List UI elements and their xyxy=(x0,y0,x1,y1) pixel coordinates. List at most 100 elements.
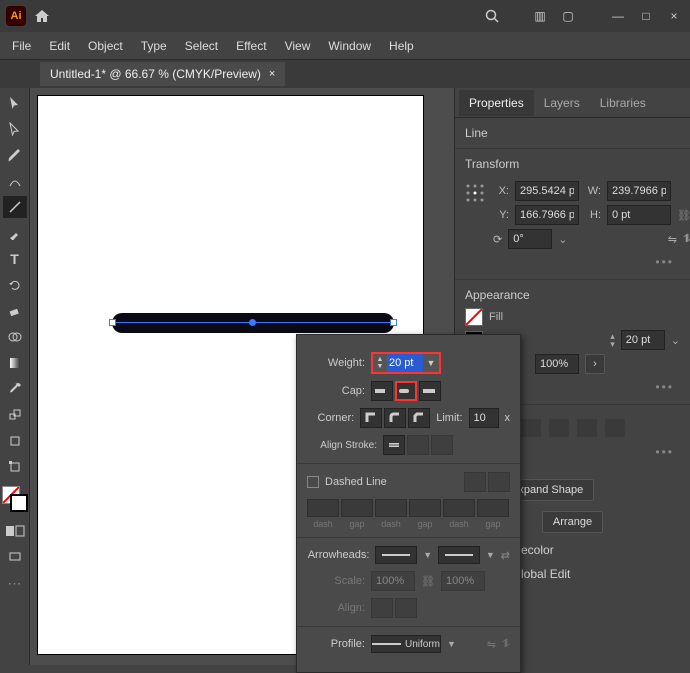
align-top[interactable] xyxy=(549,419,569,437)
link-wh-icon[interactable]: ⛓ xyxy=(677,209,690,222)
align-vcenter[interactable] xyxy=(577,419,597,437)
cap-round[interactable] xyxy=(395,381,417,401)
handle-left[interactable] xyxy=(109,319,116,326)
align-right[interactable] xyxy=(521,419,541,437)
menu-view[interactable]: View xyxy=(277,35,319,57)
y-input[interactable] xyxy=(515,205,579,225)
rotate-tool[interactable] xyxy=(3,274,27,296)
opacity-caret-icon[interactable]: › xyxy=(585,354,605,374)
dash-1[interactable] xyxy=(307,499,339,517)
window-close[interactable]: × xyxy=(664,9,684,23)
selection-tool[interactable] xyxy=(3,92,27,114)
weight-field[interactable]: ▲▼ ▼ xyxy=(371,352,441,374)
scale-tool[interactable] xyxy=(3,404,27,426)
gradient-tool[interactable] xyxy=(3,352,27,374)
menu-object[interactable]: Object xyxy=(80,35,131,57)
arrowhead-start[interactable] xyxy=(375,546,417,564)
menu-type[interactable]: Type xyxy=(133,35,175,57)
dash-2[interactable] xyxy=(375,499,407,517)
weight-stepper-icon[interactable]: ▲▼ xyxy=(373,354,387,372)
home-icon[interactable] xyxy=(34,8,50,24)
screen-mode[interactable] xyxy=(3,546,27,568)
menu-effect[interactable]: Effect xyxy=(228,35,274,57)
rotate-caret-icon[interactable]: ⌄ xyxy=(558,233,567,246)
x-input[interactable] xyxy=(515,181,579,201)
pen-tool[interactable] xyxy=(3,144,27,166)
free-transform-tool[interactable] xyxy=(3,430,27,452)
dash-preserve-exact[interactable] xyxy=(464,472,486,492)
profile-select[interactable]: Uniform xyxy=(371,635,441,653)
eyedropper-tool[interactable] xyxy=(3,378,27,400)
window-maximize[interactable]: □ xyxy=(636,9,656,23)
direct-selection-tool[interactable] xyxy=(3,118,27,140)
h-input[interactable] xyxy=(607,205,671,225)
workspace-switcher-icon[interactable]: ▥ xyxy=(530,9,550,23)
selection-outline xyxy=(112,319,394,327)
corner-round[interactable] xyxy=(384,408,406,428)
arrowhead-end[interactable] xyxy=(438,546,480,564)
transform-more-icon[interactable]: ••• xyxy=(465,253,680,271)
eraser-tool[interactable] xyxy=(3,300,27,322)
weight-dropdown-icon[interactable]: ▼ xyxy=(423,354,439,372)
corner-miter[interactable] xyxy=(360,408,382,428)
opacity-input[interactable] xyxy=(535,354,579,374)
align-stroke-center[interactable] xyxy=(383,435,405,455)
w-input[interactable] xyxy=(607,181,671,201)
dashed-line-checkbox[interactable]: Dashed Line xyxy=(307,476,387,488)
curvature-tool[interactable] xyxy=(3,170,27,192)
stroke-popover: Weight: ▲▼ ▼ Cap: Corner: Limit: x Align… xyxy=(296,334,521,673)
line-segment-tool[interactable] xyxy=(3,196,27,218)
dash-align-corners[interactable] xyxy=(488,472,510,492)
menu-select[interactable]: Select xyxy=(177,35,226,57)
weight-input[interactable] xyxy=(387,354,423,372)
draw-mode[interactable] xyxy=(3,520,27,542)
swap-arrowheads-icon[interactable]: ⇄ xyxy=(501,549,510,562)
search-icon[interactable] xyxy=(484,8,500,24)
cap-butt[interactable] xyxy=(371,381,393,401)
type-tool[interactable]: T xyxy=(3,248,27,270)
arrowhead-end-caret-icon[interactable]: ▼ xyxy=(486,550,495,560)
tab-libraries[interactable]: Libraries xyxy=(590,90,656,116)
gap-3[interactable] xyxy=(477,499,509,517)
align-stroke-inside[interactable] xyxy=(407,435,429,455)
profile-flip-v-icon[interactable]: ⥮ xyxy=(502,638,510,651)
dash-3[interactable] xyxy=(443,499,475,517)
artboard-tool[interactable] xyxy=(3,456,27,478)
menu-edit[interactable]: Edit xyxy=(41,35,78,57)
menu-file[interactable]: File xyxy=(4,35,39,57)
limit-input[interactable] xyxy=(469,408,499,428)
paintbrush-tool[interactable] xyxy=(3,222,27,244)
arrange-documents-icon[interactable]: ▢ xyxy=(558,9,578,23)
stroke-weight-stepper[interactable]: ▴▾ xyxy=(610,332,615,348)
stroke-weight-input[interactable] xyxy=(621,330,665,350)
reference-point-icon[interactable] xyxy=(465,183,485,203)
arrowhead-start-caret-icon[interactable]: ▼ xyxy=(423,550,432,560)
flip-horizontal-icon[interactable]: ⇋ xyxy=(668,233,677,246)
flip-vertical-icon[interactable]: ⥮ xyxy=(683,233,690,246)
tab-properties[interactable]: Properties xyxy=(459,90,534,116)
window-minimize[interactable]: — xyxy=(608,9,628,23)
align-bottom[interactable] xyxy=(605,419,625,437)
cap-projecting[interactable] xyxy=(419,381,441,401)
corner-bevel[interactable] xyxy=(408,408,430,428)
rotate-input[interactable] xyxy=(508,229,552,249)
tab-layers[interactable]: Layers xyxy=(534,90,590,116)
handle-center[interactable] xyxy=(249,319,256,326)
stroke-weight-caret-icon[interactable]: ⌄ xyxy=(671,334,680,347)
fill-swatch[interactable] xyxy=(465,308,483,326)
align-stroke-outside[interactable] xyxy=(431,435,453,455)
arrow-align-tip xyxy=(371,598,393,618)
profile-caret-icon[interactable]: ▼ xyxy=(447,639,456,649)
gap-2[interactable] xyxy=(409,499,441,517)
profile-flip-h-icon[interactable]: ⇋ xyxy=(487,638,496,651)
edit-toolbar[interactable]: ⋯ xyxy=(3,572,27,594)
arrange-button[interactable]: Arrange xyxy=(542,511,603,533)
document-tab-close[interactable]: × xyxy=(269,68,275,80)
fill-stroke-swatches[interactable] xyxy=(2,486,28,516)
menu-window[interactable]: Window xyxy=(320,35,379,57)
gap-1[interactable] xyxy=(341,499,373,517)
shape-builder-tool[interactable] xyxy=(3,326,27,348)
menu-help[interactable]: Help xyxy=(381,35,422,57)
document-tab[interactable]: Untitled-1* @ 66.67 % (CMYK/Preview) × xyxy=(40,62,285,86)
handle-right[interactable] xyxy=(390,319,397,326)
